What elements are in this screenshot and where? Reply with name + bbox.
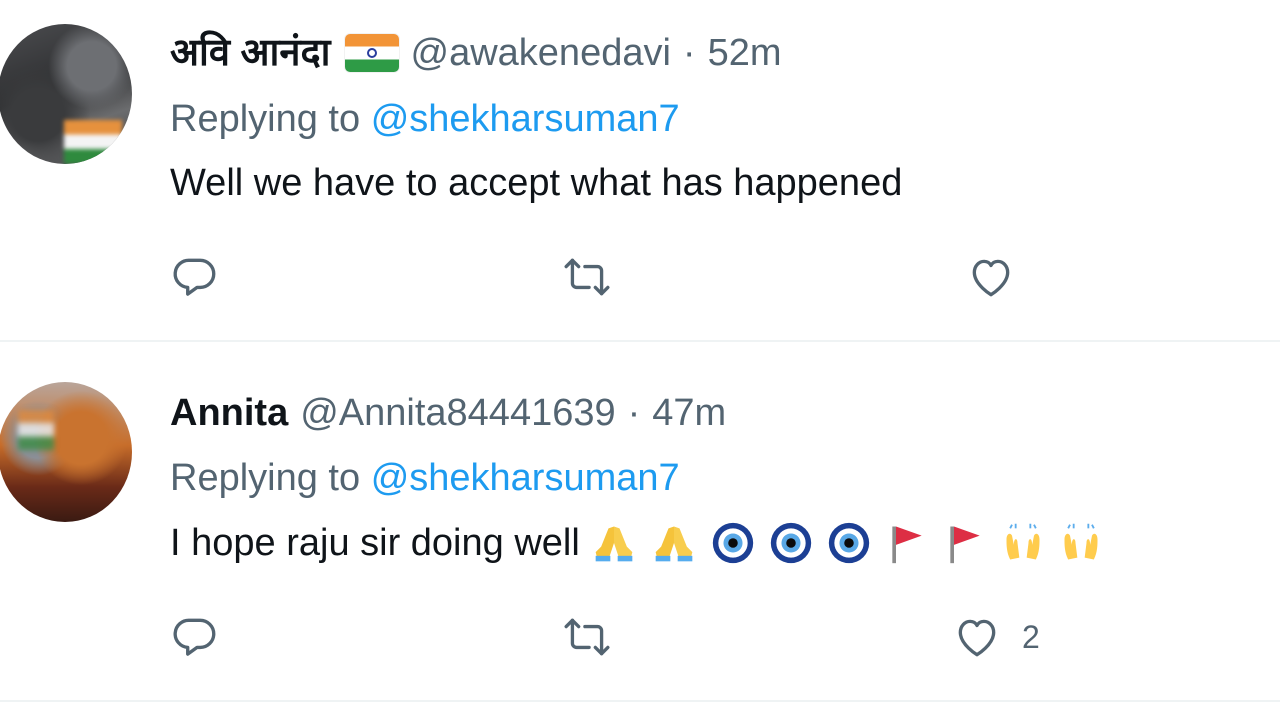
retweet-button[interactable] [562,252,612,302]
retweet-button[interactable] [562,612,612,662]
retweet-icon [564,618,610,656]
timestamp[interactable]: 47m [652,390,726,436]
separator-dot: · [627,392,641,434]
like-icon [972,259,1010,297]
retweet-icon [564,258,610,296]
tweet-actions: 2 [0,612,1280,662]
like-button[interactable] [966,252,1036,302]
replying-to: Replying to @shekharsuman7 [170,455,680,501]
separator-dot: · [682,32,696,74]
reply-icon [173,618,216,656]
tweet-actions [0,252,1280,302]
folded-hands-emoji [648,521,700,565]
timestamp[interactable]: 52m [708,30,782,76]
reply-icon [173,258,216,296]
replying-to-label: Replying to [170,98,361,140]
user-handle[interactable]: @awakenedavi [411,30,671,76]
like-icon [958,619,996,657]
tweet-text-content: Well we have to accept what has happened [170,162,903,204]
nazar-amulet-emoji [708,521,758,565]
nazar-amulet-emoji [766,521,816,565]
reply-button[interactable] [170,252,220,302]
tweet-header: अवि आनंदा @awakenedavi · 52m [170,30,782,76]
replying-to-label: Replying to [170,457,361,499]
raising-hands-emoji [998,521,1048,565]
tweet-text: I hope raju sir doing well [170,520,1106,566]
avatar[interactable] [0,24,132,164]
triangular-flag-emoji [940,521,990,565]
replying-to: Replying to @shekharsuman7 [170,96,680,142]
triangular-flag-emoji [882,521,932,565]
tweet[interactable]: Annita @Annita84441639 · 47m Replying to… [0,342,1280,702]
display-name[interactable]: Annita [170,390,288,436]
tweet-header: Annita @Annita84441639 · 47m [170,390,726,436]
display-name[interactable]: अवि आनंदा [170,30,331,76]
mention-link[interactable]: @shekharsuman7 [371,457,680,499]
avatar[interactable] [0,382,132,522]
tweet-text: Well we have to accept what has happened [170,160,902,206]
mention-link[interactable]: @shekharsuman7 [371,98,680,140]
folded-hands-emoji [588,521,640,565]
tweet[interactable]: अवि आनंदा @awakenedavi · 52m Replying to… [0,0,1280,342]
user-handle[interactable]: @Annita84441639 [300,390,615,436]
nazar-amulet-emoji [824,521,874,565]
reply-button[interactable] [170,612,220,662]
raising-hands-emoji [1056,521,1106,565]
india-flag-icon [344,34,399,72]
tweet-text-content: I hope raju sir doing well [170,522,580,564]
like-count: 2 [1022,618,1040,655]
like-button[interactable]: 2 [952,612,1040,662]
